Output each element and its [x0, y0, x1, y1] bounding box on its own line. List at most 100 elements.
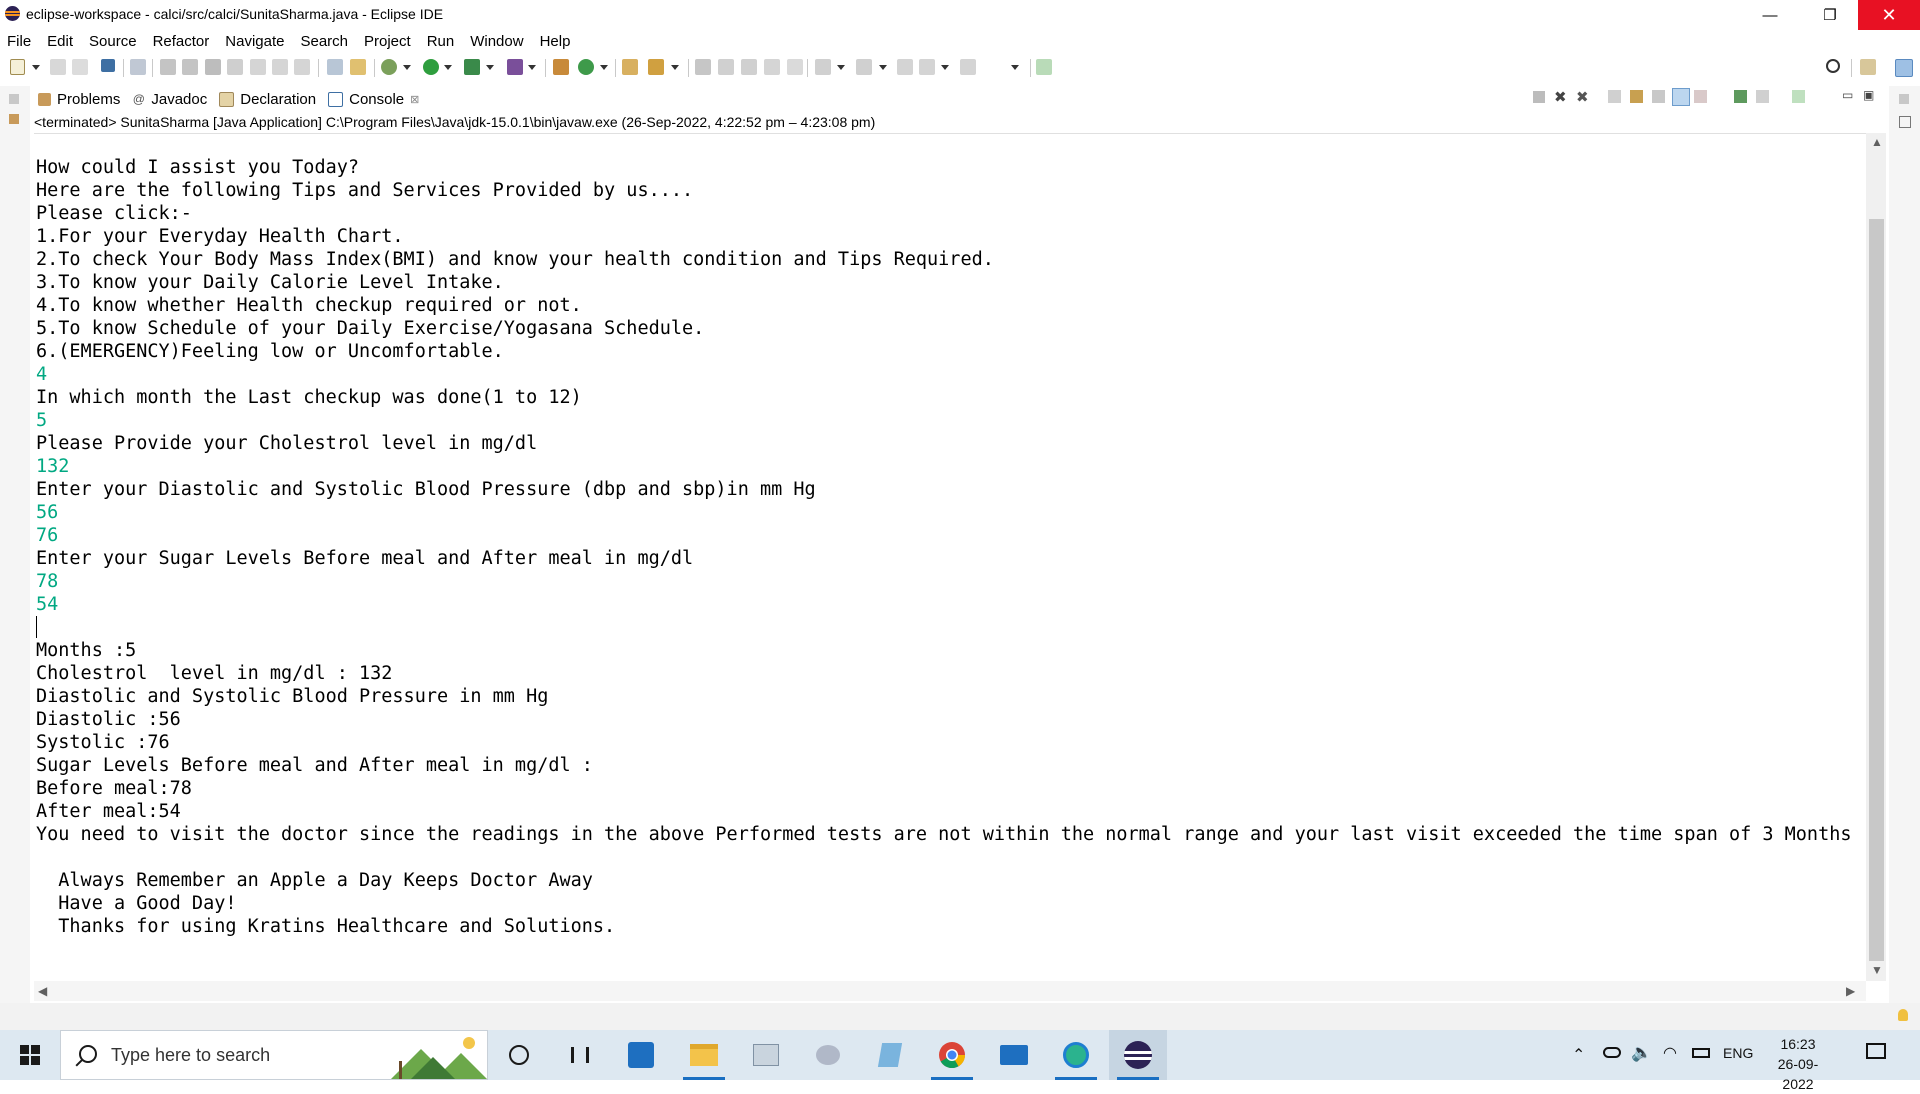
build-icon[interactable] — [350, 59, 366, 75]
new-class-dropdown-icon[interactable] — [600, 65, 608, 70]
java-perspective-icon[interactable] — [1895, 59, 1913, 77]
pin-console-icon[interactable] — [1734, 90, 1747, 103]
outline-view-icon[interactable] — [1899, 116, 1911, 128]
cortana-button[interactable] — [490, 1030, 548, 1080]
step-over-icon[interactable] — [272, 59, 288, 75]
wifi-icon[interactable]: ◠ — [1663, 1043, 1677, 1063]
last-edit-location-icon[interactable] — [897, 59, 913, 75]
menu-refactor[interactable]: Refactor — [145, 31, 218, 53]
menu-window[interactable]: Window — [462, 31, 531, 53]
new-file-icon[interactable] — [10, 59, 25, 75]
coverage-dropdown-icon[interactable] — [486, 65, 494, 70]
show-hidden-icons-icon[interactable]: ⌃ — [1572, 1045, 1585, 1065]
word-wrap-icon[interactable] — [764, 59, 780, 75]
coverage-icon[interactable] — [464, 59, 480, 75]
tab-problems[interactable]: Problems — [34, 88, 128, 110]
new-java-project-icon[interactable] — [553, 59, 569, 75]
disconnect-icon[interactable] — [227, 59, 243, 75]
menu-search[interactable]: Search — [292, 31, 356, 53]
debug-dropdown-icon[interactable] — [403, 65, 411, 70]
external-tools-icon[interactable] — [507, 59, 523, 75]
console-output[interactable]: How could I assist you Today? Here are th… — [34, 133, 1868, 982]
taskbar-file-explorer[interactable] — [675, 1030, 733, 1080]
tab-javadoc[interactable]: @ Javadoc — [128, 88, 215, 110]
menu-file[interactable]: File — [0, 31, 39, 53]
remove-launch-icon[interactable]: ✖ — [1554, 88, 1567, 106]
taskbar-chrome[interactable] — [923, 1030, 981, 1080]
forward-icon[interactable] — [960, 59, 976, 75]
mark-occurrences-icon[interactable] — [718, 59, 734, 75]
display-selected-console-icon[interactable] — [1756, 90, 1769, 103]
taskbar-photos[interactable] — [737, 1030, 795, 1080]
tab-declaration[interactable]: Declaration — [215, 88, 324, 110]
taskbar-edge[interactable] — [1047, 1030, 1105, 1080]
start-button[interactable] — [0, 1030, 60, 1080]
open-console-icon[interactable] — [1792, 90, 1805, 103]
horizontal-scrollbar[interactable]: ◀ ▶ — [34, 981, 1866, 1001]
notifications-icon[interactable] — [1866, 1043, 1888, 1065]
restore-view-icon[interactable] — [9, 94, 19, 104]
onedrive-icon[interactable] — [1603, 1047, 1621, 1058]
close-button[interactable]: ✕ — [1858, 0, 1920, 30]
skip-breakpoints-icon[interactable] — [130, 59, 146, 75]
suspend-icon[interactable] — [182, 59, 198, 75]
new-class-icon[interactable] — [578, 59, 594, 75]
scroll-left-icon[interactable]: ◀ — [38, 984, 47, 998]
back-dropdown-icon[interactable] — [941, 65, 949, 70]
scroll-lock-icon[interactable] — [1630, 90, 1643, 103]
step-return-icon[interactable] — [294, 59, 310, 75]
clock[interactable]: 16:23 26-09-2022 — [1763, 1034, 1833, 1094]
tip-bulb-icon[interactable] — [1898, 1009, 1908, 1021]
show-console-on-stderr-icon[interactable] — [1694, 90, 1707, 103]
taskbar-store[interactable] — [612, 1030, 670, 1080]
restore-view-icon[interactable] — [1899, 94, 1909, 104]
taskbar-mail[interactable] — [985, 1030, 1043, 1080]
taskbar-app[interactable] — [799, 1030, 857, 1080]
back-icon[interactable] — [919, 59, 935, 75]
minimize-button[interactable]: — — [1747, 0, 1793, 30]
search-icon[interactable] — [1826, 59, 1840, 73]
menu-edit[interactable]: Edit — [39, 31, 81, 53]
menu-run[interactable]: Run — [419, 31, 463, 53]
package-explorer-icon[interactable] — [9, 114, 19, 124]
vertical-scrollbar[interactable]: ▲ ▼ — [1866, 133, 1886, 981]
volume-icon[interactable]: 🔈 — [1631, 1043, 1652, 1063]
terminate-console-icon[interactable] — [1533, 91, 1545, 103]
menu-help[interactable]: Help — [532, 31, 579, 53]
pin-editor-icon[interactable] — [1036, 59, 1052, 75]
run-icon[interactable] — [423, 59, 439, 75]
taskbar-notepad[interactable] — [861, 1030, 919, 1080]
next-annotation-dropdown-icon[interactable] — [837, 65, 845, 70]
previous-annotation-dropdown-icon[interactable] — [879, 65, 887, 70]
external-tools-dropdown-icon[interactable] — [528, 65, 536, 70]
maximize-view-icon[interactable]: ▣ — [1863, 88, 1874, 102]
show-console-on-stdout-icon[interactable] — [1672, 88, 1690, 106]
menu-source[interactable]: Source — [81, 31, 145, 53]
tab-console[interactable]: Console ⊠ — [324, 88, 428, 110]
word-wrap-console-icon[interactable] — [1652, 90, 1665, 103]
new-dropdown-icon[interactable] — [32, 65, 40, 70]
language-indicator[interactable]: ENG — [1723, 1045, 1753, 1061]
task-view-button[interactable] — [551, 1030, 609, 1080]
restore-button[interactable]: ❐ — [1807, 0, 1853, 30]
next-annotation-icon[interactable] — [815, 59, 831, 75]
remove-all-terminated-icon[interactable]: ✖ — [1576, 88, 1589, 106]
search-tool-icon[interactable] — [648, 59, 664, 75]
scroll-up-icon[interactable]: ▲ — [1871, 135, 1883, 149]
block-selection-icon[interactable] — [741, 59, 757, 75]
battery-icon[interactable] — [1692, 1048, 1710, 1058]
resume-icon[interactable] — [160, 59, 176, 75]
scrollbar-thumb[interactable] — [1869, 219, 1884, 961]
clear-console-icon[interactable] — [1608, 90, 1621, 103]
save-all-icon[interactable] — [72, 59, 88, 75]
run-dropdown-icon[interactable] — [444, 65, 452, 70]
save-icon[interactable] — [50, 59, 66, 75]
taskbar-search-box[interactable]: Type here to search — [60, 1030, 488, 1080]
terminate-icon[interactable] — [205, 59, 221, 75]
step-into-icon[interactable] — [250, 59, 266, 75]
menu-navigate[interactable]: Navigate — [217, 31, 292, 53]
terminal-icon[interactable] — [101, 59, 115, 72]
scroll-down-icon[interactable]: ▼ — [1871, 963, 1883, 977]
previous-annotation-icon[interactable] — [856, 59, 872, 75]
taskbar-eclipse[interactable] — [1109, 1030, 1167, 1080]
